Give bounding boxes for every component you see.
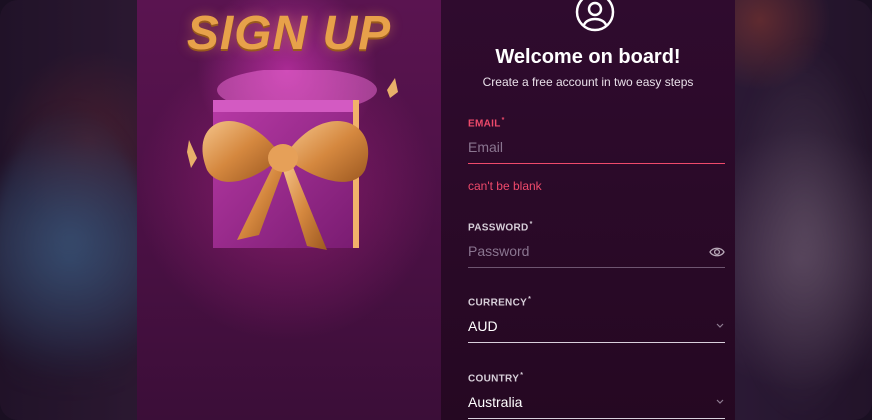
email-error-message: can't be blank (468, 179, 542, 193)
gift-icon (187, 70, 398, 250)
currency-label: CURRENCY* (468, 296, 532, 309)
user-circle-icon (575, 0, 615, 32)
background-character-right (730, 40, 872, 420)
email-field-group: EMAIL* (468, 117, 725, 165)
signup-promo-panel: SIGN UP (137, 0, 441, 420)
currency-value: AUD (468, 318, 498, 335)
currency-field-group: CURRENCY* AUD (468, 296, 725, 344)
country-value: Australia (468, 394, 523, 411)
email-label: EMAIL* (468, 117, 505, 130)
signup-form-panel: Welcome on board! Create a free account … (441, 0, 735, 420)
promo-title: SIGN UP (186, 7, 392, 60)
country-label: COUNTRY* (468, 372, 524, 385)
password-field-group: PASSWORD* (468, 221, 725, 269)
country-field-group: COUNTRY* Australia (468, 372, 725, 420)
form-heading: Welcome on board! (495, 46, 681, 68)
email-input[interactable] (468, 139, 725, 165)
chevron-down-icon (716, 323, 724, 329)
country-select[interactable]: Australia (468, 394, 725, 420)
password-input[interactable] (468, 243, 725, 269)
eye-icon[interactable] (709, 245, 725, 259)
chevron-down-icon (716, 399, 724, 405)
password-label: PASSWORD* (468, 221, 533, 234)
form-subheading: Create a free account in two easy steps (482, 75, 694, 89)
currency-select[interactable]: AUD (468, 318, 725, 344)
background-character-left (0, 110, 150, 420)
